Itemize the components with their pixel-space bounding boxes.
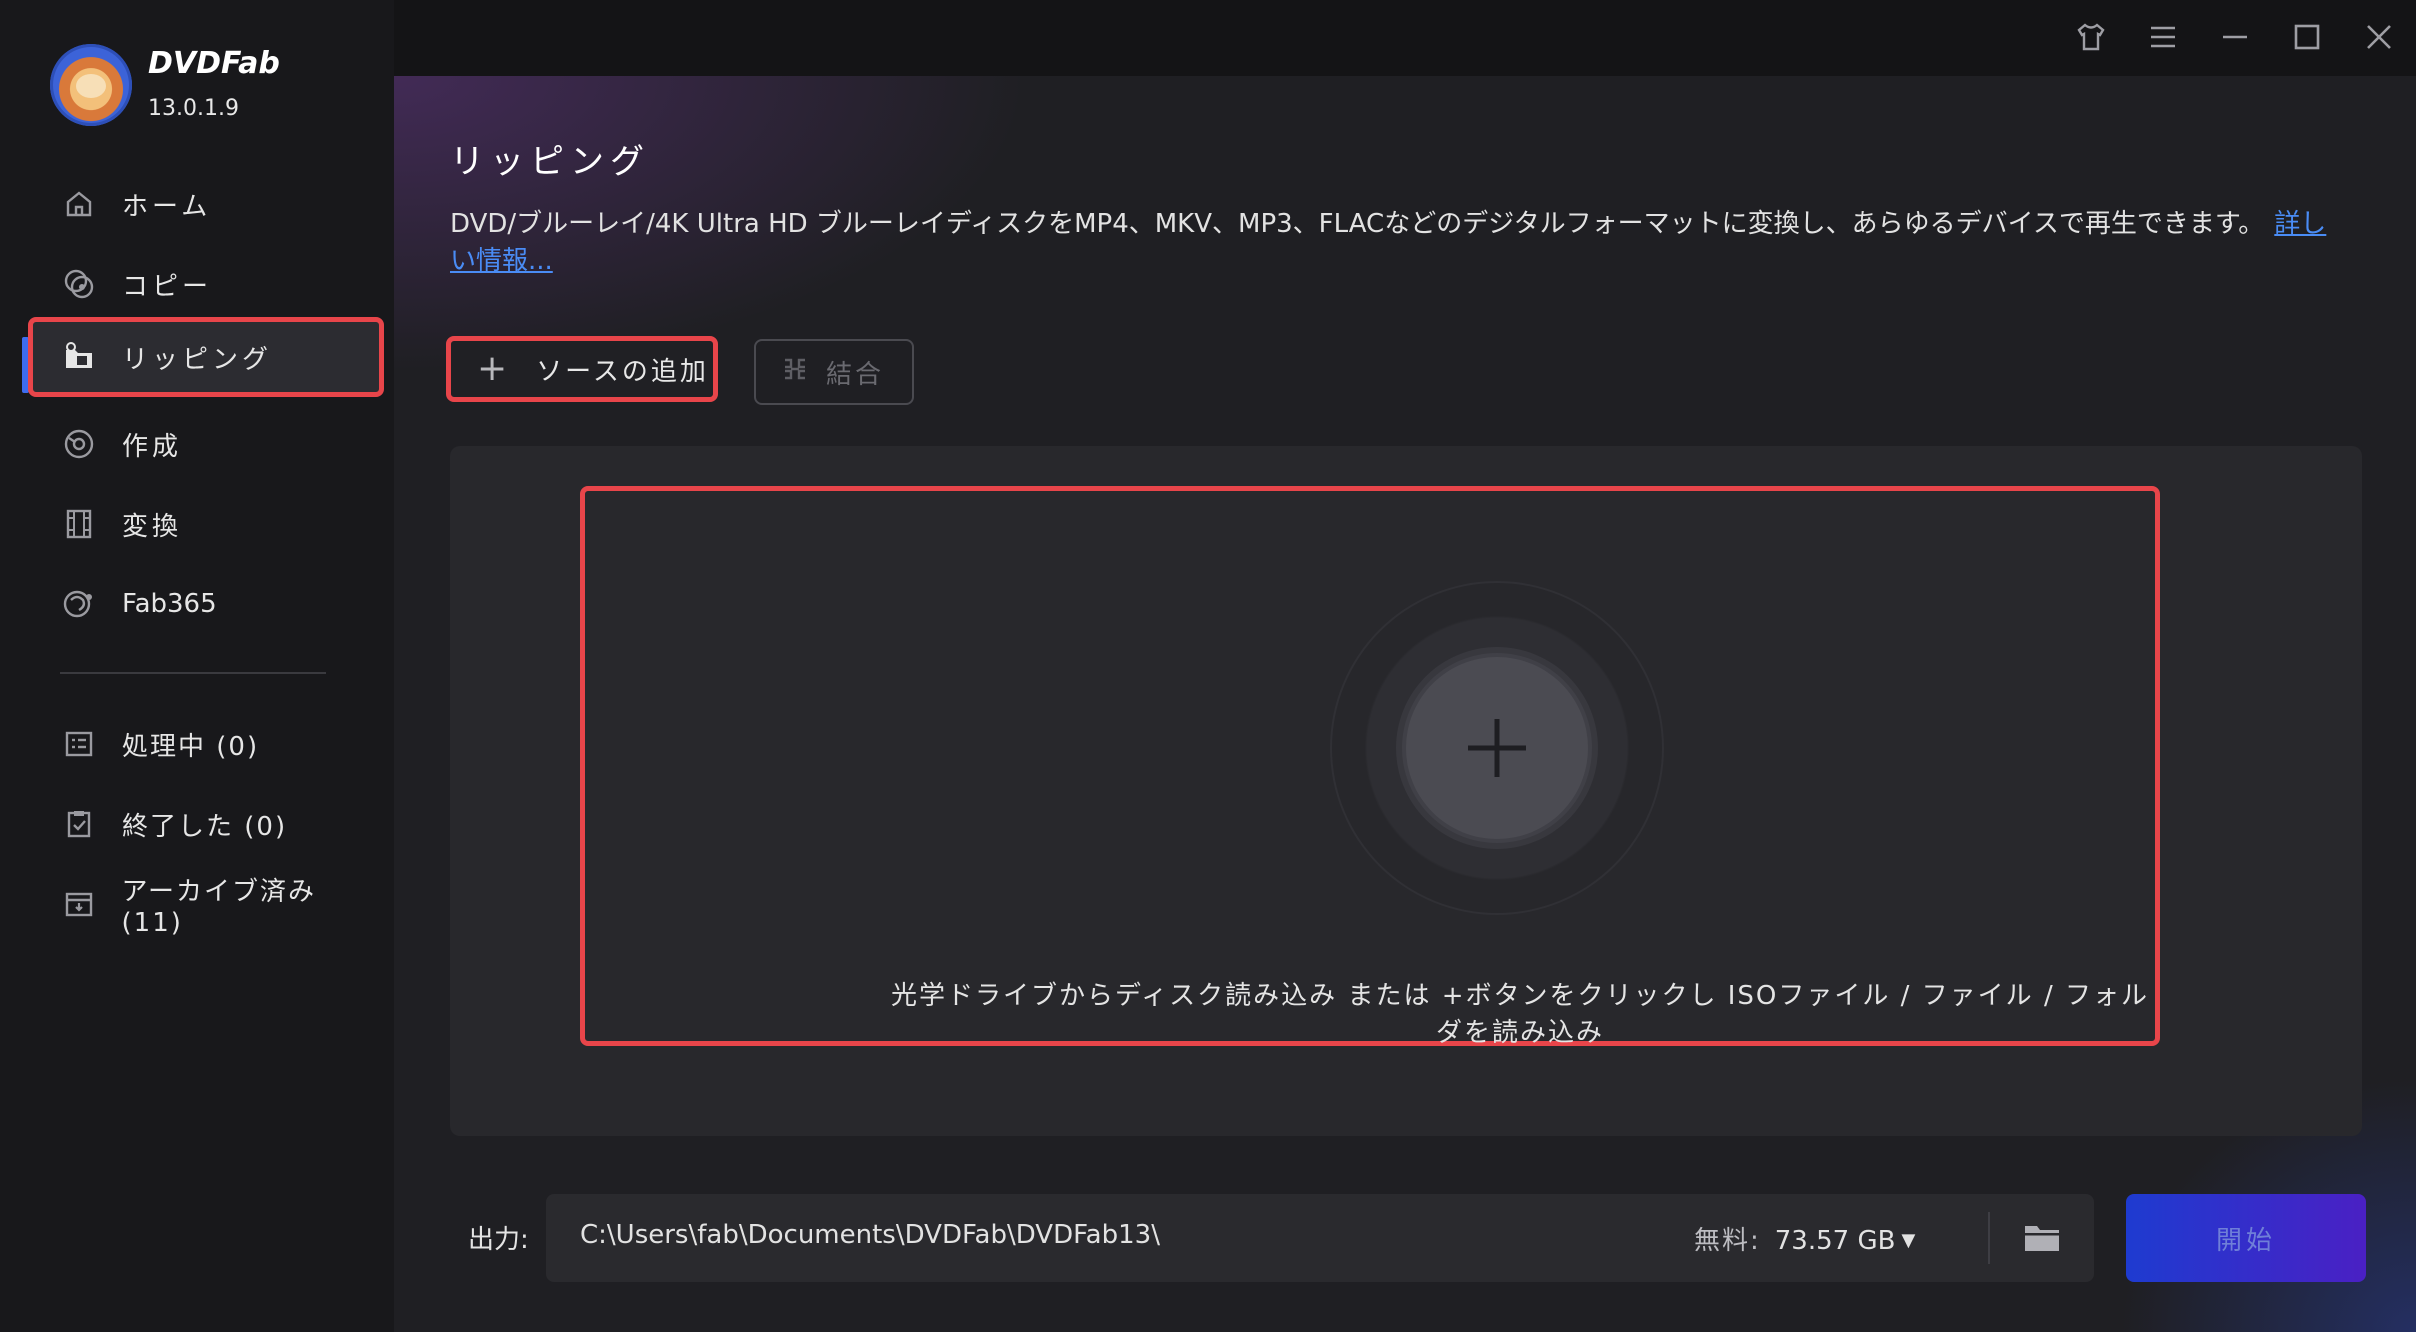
sidebar-item-label: コピー bbox=[122, 271, 213, 302]
drop-hint-text: 光学ドライブからディスク読み込み または +ボタンをクリックし ISOファイル … bbox=[891, 981, 2149, 1048]
sidebar-item-fab365[interactable]: Fab365 bbox=[28, 564, 384, 644]
output-path-box[interactable]: C:\Users\fab\Documents\DVDFab\DVDFab13\ … bbox=[546, 1194, 2094, 1282]
sidebar-item-label: 終了した (0) bbox=[122, 811, 288, 842]
sidebar-divider bbox=[60, 672, 326, 674]
sidebar-item-converter[interactable]: 変換 bbox=[28, 484, 384, 564]
fab365-icon bbox=[62, 587, 96, 621]
sidebar-item-ripper[interactable]: リッピング bbox=[28, 317, 384, 397]
page-title: リッピング bbox=[450, 142, 650, 182]
plus-icon: + bbox=[477, 348, 511, 389]
sidebar-item-processing[interactable]: 処理中 (0) bbox=[28, 704, 384, 784]
sidebar: DVDFab 13.0.1.9 ホーム コピー リッピング 作成 変換 Fab3… bbox=[0, 0, 394, 1332]
merge-button[interactable]: 結合 bbox=[754, 339, 914, 405]
sidebar-item-label: ホーム bbox=[122, 191, 212, 222]
merge-label: 結合 bbox=[826, 359, 885, 390]
free-space-label: 無料: bbox=[1694, 1226, 1761, 1256]
sidebar-item-label: アーカイブ済み (11) bbox=[121, 876, 316, 938]
sidebar-item-copy[interactable]: コピー bbox=[28, 244, 384, 324]
main-content: リッピング DVD/ブルーレイ/4K Ultra HD ブルーレイディスクをMP… bbox=[394, 76, 2416, 1332]
close-icon[interactable] bbox=[2354, 12, 2404, 62]
start-button[interactable]: 開始 bbox=[2126, 1194, 2366, 1282]
app-version: 13.0.1.9 bbox=[148, 96, 239, 121]
sidebar-item-finished[interactable]: 終了した (0) bbox=[28, 784, 384, 864]
sidebar-item-label: 変換 bbox=[122, 511, 183, 542]
sidebar-item-label: 処理中 (0) bbox=[122, 731, 260, 762]
module-description: DVD/ブルーレイ/4K Ultra HD ブルーレイディスクをMP4、MKV、… bbox=[450, 206, 2350, 280]
copy-disc-icon bbox=[62, 267, 96, 301]
add-ring-inner bbox=[1396, 647, 1598, 849]
logo-face bbox=[76, 74, 106, 98]
merge-icon bbox=[782, 356, 808, 389]
add-ring bbox=[1330, 581, 1664, 915]
add-file-plus-button[interactable] bbox=[1406, 657, 1588, 839]
description-text: DVD/ブルーレイ/4K Ultra HD ブルーレイディスクをMP4、MKV、… bbox=[450, 209, 2265, 239]
menu-icon[interactable] bbox=[2138, 12, 2188, 62]
source-drop-panel: 光学ドライブからディスク読み込み または +ボタンをクリックし ISOファイル … bbox=[450, 446, 2362, 1136]
sidebar-item-home[interactable]: ホーム bbox=[28, 164, 384, 244]
archive-box-icon bbox=[62, 887, 96, 921]
sidebar-item-label: Fab365 bbox=[122, 589, 217, 619]
ripper-icon bbox=[62, 340, 96, 374]
output-path: C:\Users\fab\Documents\DVDFab\DVDFab13\ bbox=[580, 1220, 1160, 1250]
home-icon bbox=[62, 187, 96, 221]
free-space-value: 73.57 GB bbox=[1774, 1226, 1896, 1256]
shirt-icon[interactable] bbox=[2066, 12, 2116, 62]
big-plus-icon bbox=[1468, 719, 1526, 777]
creator-icon bbox=[62, 427, 96, 461]
clipboard-check-icon bbox=[62, 807, 96, 841]
brand-name: DVDFab bbox=[148, 46, 280, 81]
minimize-icon[interactable] bbox=[2210, 12, 2260, 62]
sidebar-item-label: 作成 bbox=[122, 431, 183, 462]
sidebar-item-creator[interactable]: 作成 bbox=[28, 404, 384, 484]
add-source-label: ソースの追加 bbox=[536, 356, 709, 387]
caret-down-icon: ▼ bbox=[1901, 1230, 1916, 1251]
output-separator bbox=[1988, 1212, 1990, 1264]
add-source-button[interactable]: + ソースの追加 bbox=[446, 336, 718, 402]
title-bar bbox=[394, 0, 2416, 76]
folder-icon[interactable] bbox=[2012, 1212, 2072, 1264]
sidebar-item-label: リッピング bbox=[122, 344, 273, 375]
dvdfab-logo-icon bbox=[50, 44, 132, 126]
maximize-icon[interactable] bbox=[2282, 12, 2332, 62]
processing-list-icon bbox=[62, 727, 96, 761]
film-icon bbox=[62, 507, 96, 541]
free-space-dropdown[interactable]: 無料: 73.57 GB ▼ bbox=[1694, 1220, 1915, 1257]
sidebar-item-archived[interactable]: アーカイブ済み (11) bbox=[28, 864, 384, 944]
output-label: 出力: bbox=[468, 1225, 529, 1255]
drop-zone[interactable]: 光学ドライブからディスク読み込み または +ボタンをクリックし ISOファイル … bbox=[580, 486, 2160, 1048]
